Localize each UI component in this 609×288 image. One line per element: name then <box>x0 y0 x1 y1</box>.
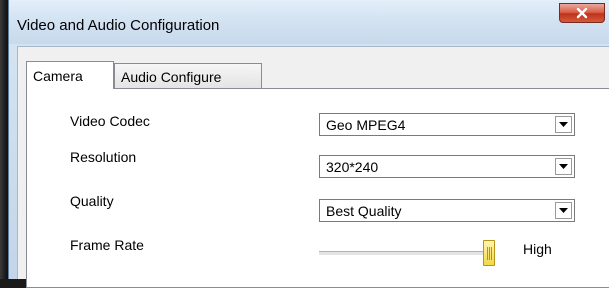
tab-audio-configure-label: Audio Configure <box>121 69 222 85</box>
quality-label: Quality <box>70 193 114 209</box>
quality-dropdown-button[interactable] <box>555 202 572 219</box>
dialog-body: Camera Audio Configure Video Codec Geo M… <box>17 46 609 288</box>
close-icon <box>576 7 588 19</box>
video-codec-select[interactable]: Geo MPEG4 <box>319 113 575 136</box>
resolution-select[interactable]: 320*240 <box>319 155 575 178</box>
tab-camera[interactable]: Camera <box>26 61 114 89</box>
frame-rate-level-label: High <box>523 241 552 257</box>
tab-audio-configure[interactable]: Audio Configure <box>114 63 262 88</box>
frame-rate-slider-thumb[interactable] <box>483 240 495 266</box>
frame-rate-slider-track[interactable] <box>319 251 495 256</box>
dialog-window: Video and Audio Configuration Camera Aud… <box>8 0 609 288</box>
video-codec-label: Video Codec <box>70 113 150 129</box>
video-codec-value: Geo MPEG4 <box>326 117 406 133</box>
slider-grip-icon <box>487 247 492 260</box>
quality-value: Best Quality <box>326 203 402 219</box>
video-codec-dropdown-button[interactable] <box>555 116 572 133</box>
chevron-down-icon <box>559 122 568 127</box>
frame-rate-label: Frame Rate <box>70 237 144 253</box>
quality-select[interactable]: Best Quality <box>319 199 575 222</box>
chevron-down-icon <box>559 164 568 169</box>
chevron-down-icon <box>559 208 568 213</box>
resolution-label: Resolution <box>70 149 137 165</box>
title-bar[interactable]: Video and Audio Configuration <box>9 0 609 44</box>
resolution-value: 320*240 <box>326 159 379 175</box>
tab-camera-label: Camera <box>33 68 83 84</box>
close-button[interactable] <box>559 3 605 23</box>
camera-panel: Video Codec Geo MPEG4 Resolution 320*240… <box>26 88 609 288</box>
resolution-dropdown-button[interactable] <box>555 158 572 175</box>
window-title: Video and Audio Configuration <box>17 17 220 34</box>
